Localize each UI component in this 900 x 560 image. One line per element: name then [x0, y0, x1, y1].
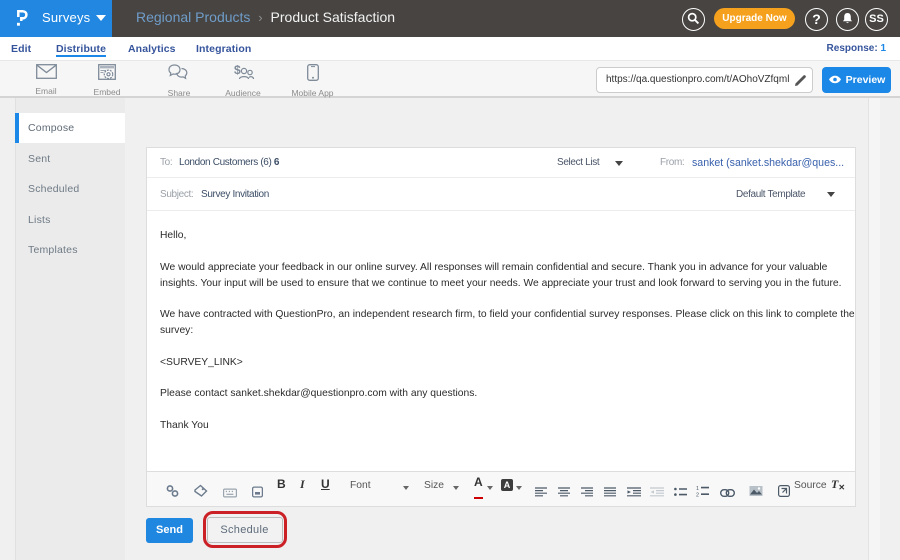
svg-text:1: 1 [696, 486, 699, 492]
svg-text:$: $ [234, 64, 241, 77]
svg-text:2: 2 [696, 493, 699, 499]
